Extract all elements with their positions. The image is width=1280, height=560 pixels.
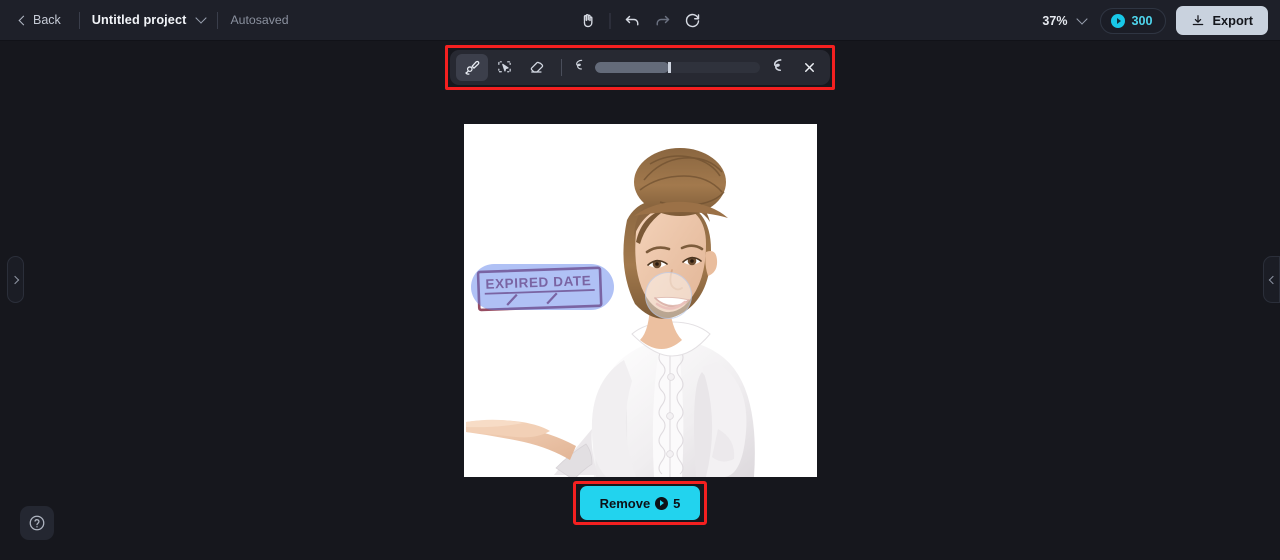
credit-coin-icon	[655, 496, 669, 510]
back-button-label: Back	[33, 13, 61, 27]
brush-mask-stroke	[471, 264, 614, 310]
right-panel-toggle[interactable]	[1263, 256, 1280, 303]
brush-cursor	[645, 272, 692, 319]
eraser-icon	[530, 61, 543, 73]
credits-count: 300	[1131, 13, 1153, 28]
left-panel-toggle[interactable]	[7, 256, 24, 303]
download-icon	[1193, 14, 1204, 25]
remove-button-label: Remove	[599, 495, 651, 511]
hand-tool-icon[interactable]	[573, 6, 603, 36]
image-canvas[interactable]: EXPIRED DATE	[464, 124, 817, 477]
chevron-right-icon	[10, 275, 19, 284]
close-toolbar-button[interactable]	[795, 54, 824, 82]
magic-select-tool-button[interactable]	[488, 54, 520, 81]
brush-size-slider-fill	[594, 62, 670, 73]
divider	[561, 59, 562, 76]
zoom-level-value: 37%	[1042, 13, 1068, 28]
top-bar-left-group: Back Untitled project Autosaved	[0, 9, 289, 31]
chevron-down-icon[interactable]	[195, 12, 208, 24]
divider	[78, 11, 80, 29]
zoom-selector[interactable]: 37%	[1038, 11, 1090, 31]
eraser-tool-button[interactable]	[520, 54, 552, 81]
help-button[interactable]	[20, 506, 54, 540]
remove-button[interactable]: Remove 5	[580, 486, 700, 520]
top-bar-center-tools	[573, 0, 708, 41]
top-bar-right-group: 37% 300 Export	[1038, 0, 1268, 41]
credits-badge[interactable]: 300	[1100, 7, 1167, 34]
undo-icon[interactable]	[618, 6, 648, 36]
autosaved-status: Autosaved	[230, 13, 289, 27]
divider	[217, 11, 219, 29]
chevron-left-icon	[18, 15, 29, 25]
brush-icon	[464, 60, 479, 75]
back-button[interactable]: Back	[14, 9, 67, 31]
help-circle-icon	[29, 515, 45, 531]
brush-size-large-icon	[768, 56, 787, 80]
brush-tool-button[interactable]	[456, 54, 488, 81]
brush-toolbar	[450, 50, 830, 85]
export-button[interactable]: Export	[1176, 6, 1268, 35]
credit-coin-icon	[1111, 13, 1126, 28]
project-title: Untitled project	[91, 13, 187, 27]
divider	[609, 12, 611, 29]
app-root: Back Untitled project Autosaved 37% 300 …	[0, 0, 1280, 560]
magic-select-icon	[497, 61, 511, 73]
reset-icon[interactable]	[678, 6, 708, 36]
close-icon	[804, 63, 814, 72]
export-button-label: Export	[1212, 13, 1253, 28]
chevron-down-icon	[1076, 12, 1089, 25]
chevron-left-icon	[1268, 275, 1277, 284]
brush-size-slider[interactable]	[594, 62, 760, 73]
brush-size-small-icon	[571, 57, 587, 78]
remove-cost-value: 5	[673, 495, 681, 511]
top-bar: Back Untitled project Autosaved 37% 300 …	[0, 0, 1280, 41]
brush-size-slider-thumb[interactable]	[668, 62, 672, 73]
redo-icon[interactable]	[648, 6, 678, 36]
